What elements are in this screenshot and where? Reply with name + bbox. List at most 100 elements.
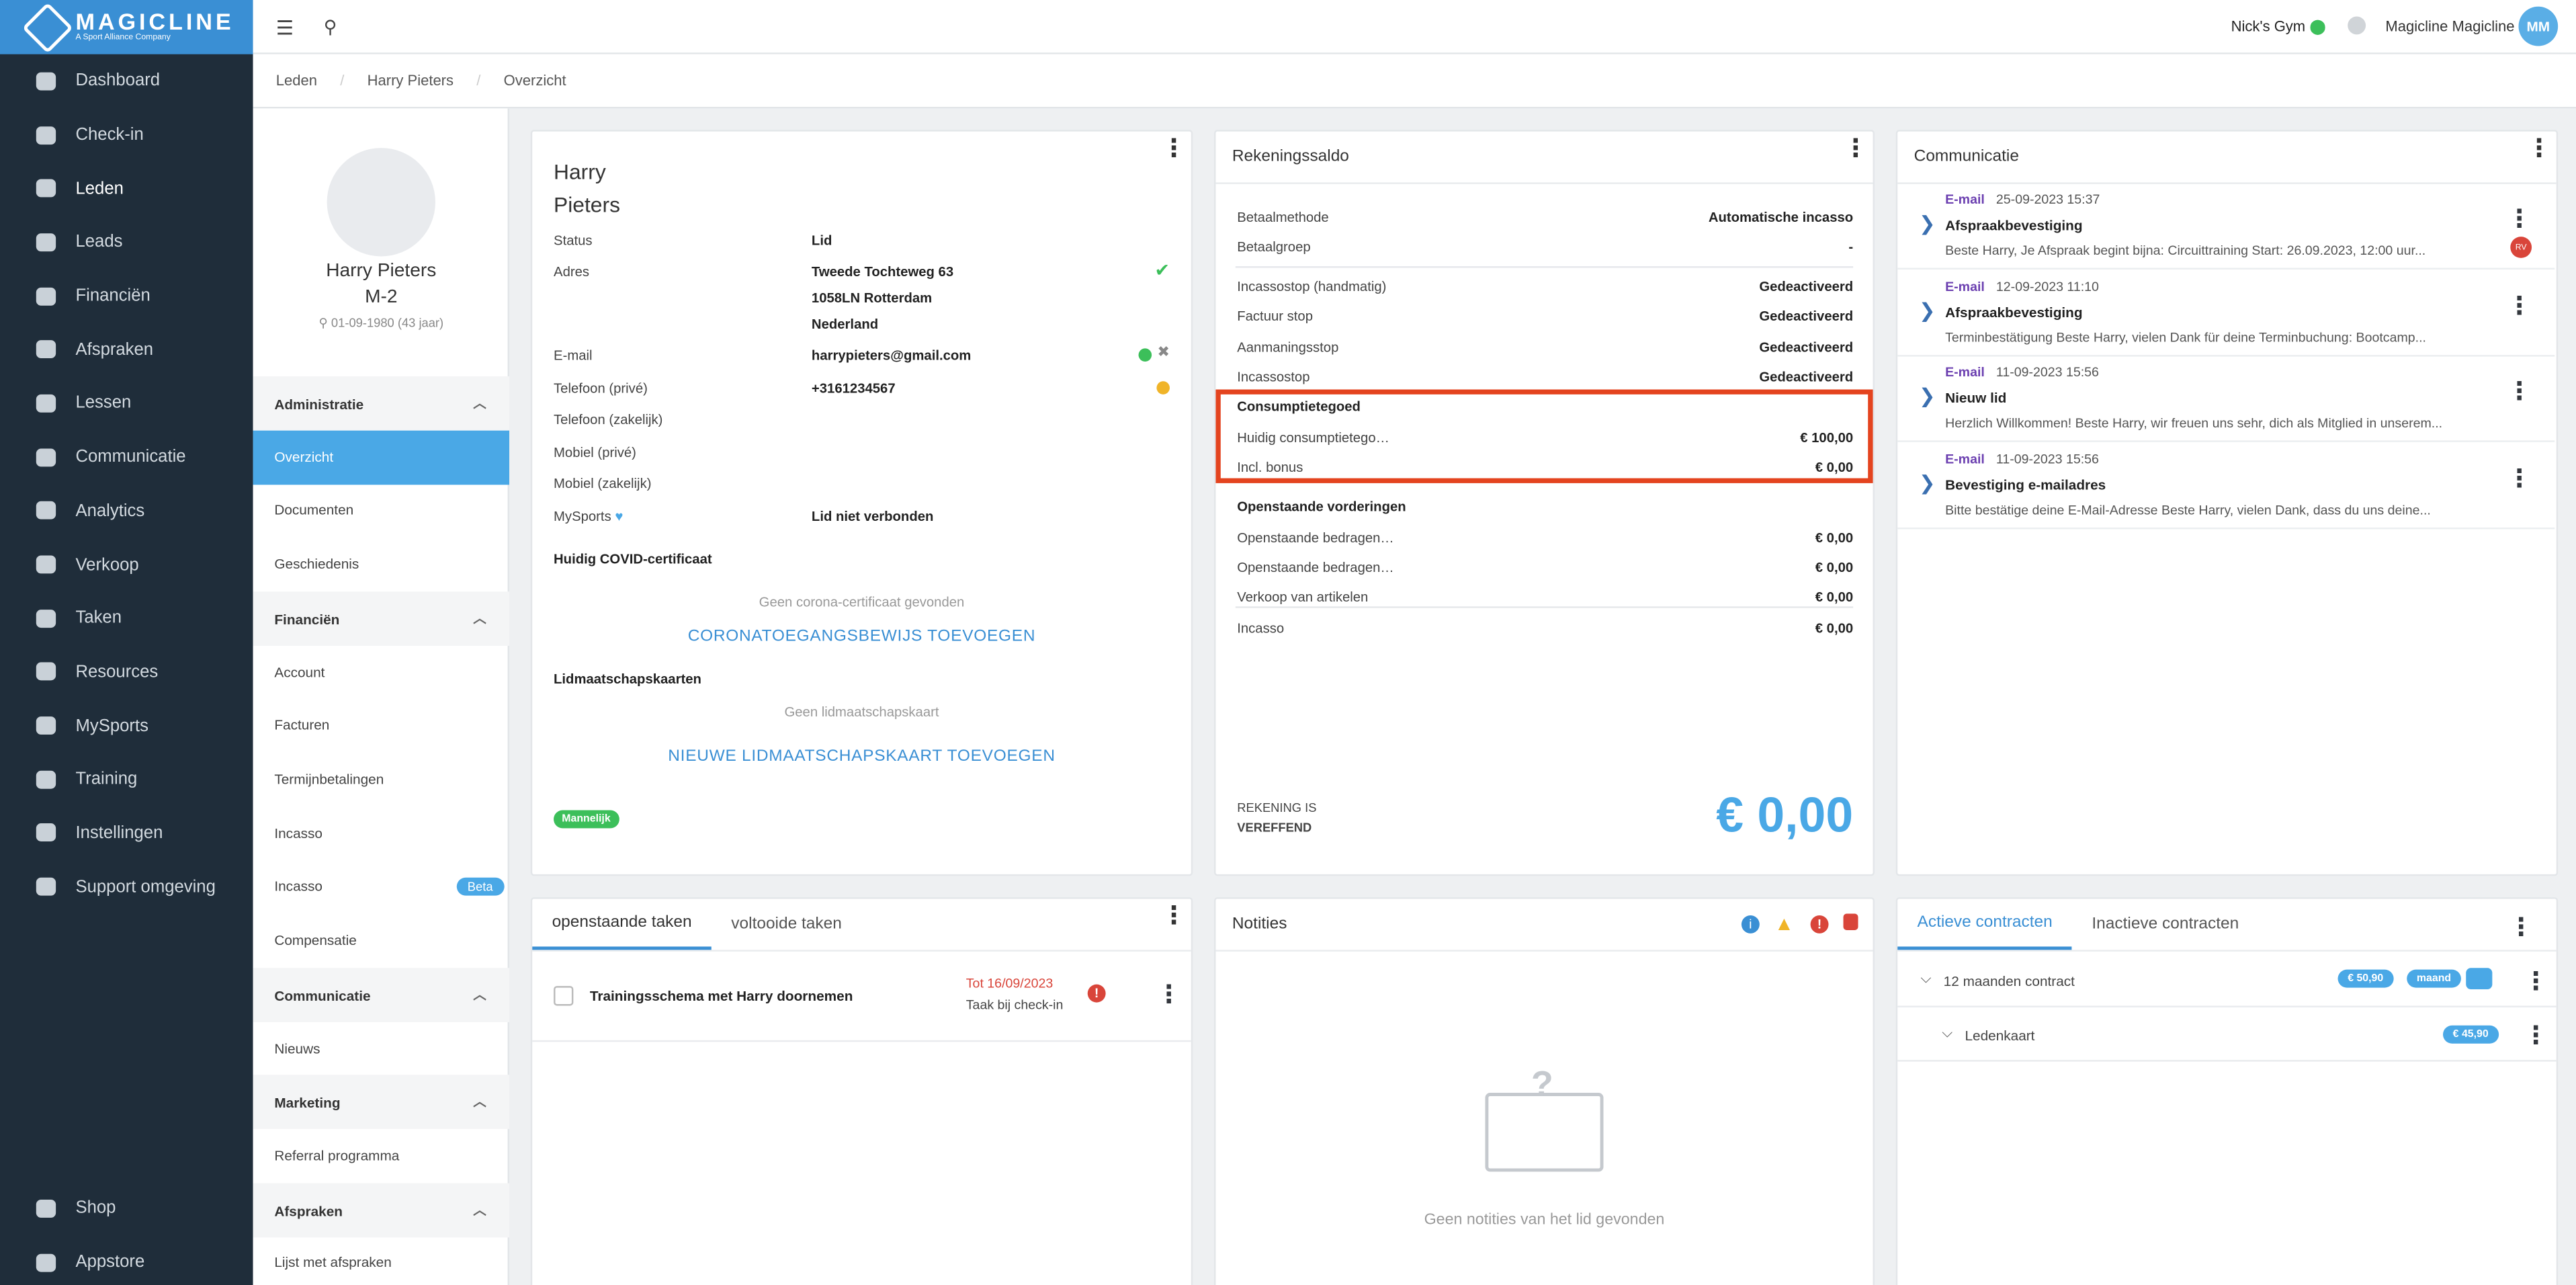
sidebar-item-appstore[interactable]: Appstore bbox=[0, 1235, 253, 1285]
task-options-icon[interactable] bbox=[1156, 979, 1181, 1010]
sidebar-item-leden[interactable]: Leden bbox=[0, 162, 253, 216]
sidebar-item-verkoop[interactable]: Verkoop bbox=[0, 538, 253, 591]
status-value: Lid bbox=[811, 231, 832, 249]
task-row: Trainingsschema met Harry doornemen Tot … bbox=[532, 953, 1191, 1042]
contract-row[interactable]: ⌵ 12 maanden contract € 50,90 maand bbox=[1897, 953, 2557, 1007]
lock-icon[interactable] bbox=[1843, 913, 1858, 930]
sidebar-item-analytics[interactable]: Analytics bbox=[0, 484, 253, 538]
chevron-right-icon[interactable]: ❯ bbox=[1919, 212, 1936, 235]
sidebar-item-support-omgeving[interactable]: Support omgeving bbox=[0, 860, 253, 914]
sidebar-item-financi-n[interactable]: Financiën bbox=[0, 269, 253, 323]
member-dob: ⚲ 01-09-1980 (43 jaar) bbox=[318, 315, 444, 331]
notification-icon[interactable] bbox=[2348, 16, 2366, 35]
comm-preview: Bitte bestätige deine E-Mail-Adresse Bes… bbox=[1945, 502, 2431, 517]
gym-selector[interactable]: Nick's Gym ⬤ bbox=[2231, 18, 2326, 36]
section-financien[interactable]: Financiën ︿ bbox=[253, 591, 510, 646]
add-covid-button[interactable]: CORONATOEGANGSBEWIJS TOEVOEGEN bbox=[532, 628, 1191, 646]
subnav-account[interactable]: Account bbox=[253, 646, 509, 700]
chevron-down-icon[interactable]: ⌵ bbox=[1942, 1024, 1952, 1042]
tab-completed-tasks[interactable]: voltooide taken bbox=[712, 899, 861, 950]
mysports-label: MySports ♥ bbox=[554, 507, 624, 525]
subnav-incasso[interactable]: Incasso bbox=[253, 807, 509, 861]
comm-options-icon[interactable] bbox=[2507, 376, 2532, 407]
section-administratie[interactable]: Administratie ︿ bbox=[253, 376, 510, 431]
cart-icon bbox=[36, 555, 56, 574]
user-name[interactable]: Magicline Magicline bbox=[2385, 18, 2514, 34]
member-code: M-2 bbox=[365, 287, 398, 308]
sidebar-item-communicatie[interactable]: Communicatie bbox=[0, 430, 253, 484]
sidebar-item-lessen[interactable]: Lessen bbox=[0, 376, 253, 430]
sidebar-item-training[interactable]: Training bbox=[0, 753, 253, 806]
chevron-right-icon[interactable]: ❯ bbox=[1919, 471, 1936, 494]
sidebar-item-dashboard[interactable]: Dashboard bbox=[0, 54, 253, 108]
subnav-incasso-beta[interactable]: Incasso Beta bbox=[253, 860, 509, 913]
search-icon[interactable]: ⚲ bbox=[324, 16, 337, 38]
sidebar-item-afspraken[interactable]: Afspraken bbox=[0, 323, 253, 376]
tab-inactive-contracts[interactable]: Inactieve contracten bbox=[2072, 899, 2259, 950]
communication-item[interactable]: ❯ E-mail 25-09-2023 15:37 Afspraakbevestigi… bbox=[1897, 184, 2555, 270]
subnav-documenten[interactable]: Documenten bbox=[253, 483, 509, 537]
verified-check-icon: ✔ bbox=[1154, 261, 1170, 282]
chevron-up-icon: ︿ bbox=[473, 396, 486, 411]
balance-title: Rekeningssaldo bbox=[1215, 132, 1873, 184]
section-communicatie[interactable]: Communicatie ︿ bbox=[253, 968, 510, 1022]
comm-options-icon[interactable] bbox=[2507, 290, 2532, 321]
logo-mark-icon bbox=[22, 1, 73, 53]
comm-options-icon[interactable] bbox=[2507, 462, 2532, 493]
sidebar-item-shop[interactable]: Shop bbox=[0, 1182, 253, 1235]
subnav-termijnbetalingen[interactable]: Termijnbetalingen bbox=[253, 753, 509, 806]
contract-options-icon[interactable] bbox=[2524, 966, 2548, 997]
contract-options-icon[interactable] bbox=[2524, 1020, 2548, 1051]
sidebar-item-instellingen[interactable]: Instellingen bbox=[0, 806, 253, 860]
subnav-overzicht[interactable]: Overzicht bbox=[253, 430, 510, 485]
tab-open-tasks[interactable]: openstaande taken bbox=[532, 899, 712, 950]
subnav-geschiedenis[interactable]: Geschiedenis bbox=[253, 538, 509, 591]
more-options-icon[interactable] bbox=[1844, 144, 1850, 155]
chevron-right-icon[interactable]: ❯ bbox=[1919, 384, 1936, 407]
sidebar-item-taken[interactable]: Taken bbox=[0, 591, 253, 645]
avatar[interactable]: MM bbox=[2518, 6, 2559, 46]
add-card-button[interactable]: NIEUWE LIDMAATSCHAPSKAART TOEVOEGEN bbox=[532, 748, 1191, 766]
email-remove-icon[interactable]: ✖ bbox=[1158, 343, 1170, 362]
brand-logo[interactable]: MAGICLINE A Sport Alliance Company bbox=[0, 0, 253, 54]
more-options-icon[interactable] bbox=[1162, 144, 1168, 155]
member-photo[interactable] bbox=[327, 148, 435, 257]
more-options-icon[interactable] bbox=[2527, 144, 2534, 155]
sidebar-item-check-in[interactable]: Check-in bbox=[0, 108, 253, 162]
subnav-lijst-afspraken[interactable]: Lijst met afspraken bbox=[253, 1236, 509, 1285]
dashboard-icon bbox=[36, 72, 56, 91]
subnav-compensatie[interactable]: Compensatie bbox=[253, 914, 509, 968]
subnav-facturen[interactable]: Facturen bbox=[253, 698, 509, 752]
tab-active-contracts[interactable]: Actieve contracten bbox=[1897, 899, 2073, 950]
section-marketing[interactable]: Marketing ︿ bbox=[253, 1075, 510, 1129]
comm-options-icon[interactable] bbox=[2507, 204, 2532, 235]
contract-row[interactable]: ⌵ Ledenkaart € 45,90 bbox=[1897, 1007, 2557, 1062]
more-options-icon[interactable] bbox=[1162, 912, 1168, 922]
menu-icon[interactable]: ☰ bbox=[276, 16, 294, 39]
task-title[interactable]: Trainingsschema met Harry doornemen bbox=[590, 988, 853, 1004]
communication-item[interactable]: ❯ E-mail 11-09-2023 15:56 Nieuw lid Herzlich… bbox=[1897, 357, 2555, 442]
sidebar-item-leads[interactable]: Leads bbox=[0, 215, 253, 269]
subnav-nieuws[interactable]: Nieuws bbox=[253, 1022, 509, 1076]
breadcrumb-leden[interactable]: Leden bbox=[253, 73, 341, 89]
subnav-referral[interactable]: Referral programma bbox=[253, 1129, 509, 1183]
chevron-down-icon[interactable]: ⌵ bbox=[1920, 970, 1931, 988]
sidebar-item-label: Resources bbox=[75, 662, 159, 682]
communication-item[interactable]: ❯ E-mail 12-09-2023 11:10 Afspraakbevestigi… bbox=[1897, 270, 2555, 356]
more-options-icon[interactable] bbox=[2509, 912, 2534, 943]
email-value[interactable]: harrypieters@gmail.com bbox=[812, 347, 971, 363]
task-checkbox[interactable] bbox=[554, 986, 574, 1006]
info-icon[interactable]: i bbox=[1741, 915, 1760, 934]
sidebar-item-resources[interactable]: Resources bbox=[0, 645, 253, 699]
phone-private-value[interactable]: +3161234567 bbox=[812, 380, 896, 396]
chart-icon[interactable] bbox=[2466, 968, 2493, 990]
breadcrumb-member[interactable]: Harry Pieters bbox=[344, 73, 476, 89]
communication-item[interactable]: ❯ E-mail 11-09-2023 15:56 Bevestiging e-mai… bbox=[1897, 443, 2555, 529]
error-icon[interactable]: ! bbox=[1810, 915, 1829, 934]
sidebar-item-mysports[interactable]: MySports bbox=[0, 699, 253, 753]
chevron-right-icon[interactable]: ❯ bbox=[1919, 298, 1936, 321]
warning-icon[interactable]: ▲ bbox=[1774, 912, 1794, 935]
chevron-up-icon: ︿ bbox=[473, 611, 486, 626]
section-afspraken[interactable]: Afspraken ︿ bbox=[253, 1183, 510, 1238]
contracts-card: Actieve contracten Inactieve contracten … bbox=[1895, 897, 2559, 1285]
